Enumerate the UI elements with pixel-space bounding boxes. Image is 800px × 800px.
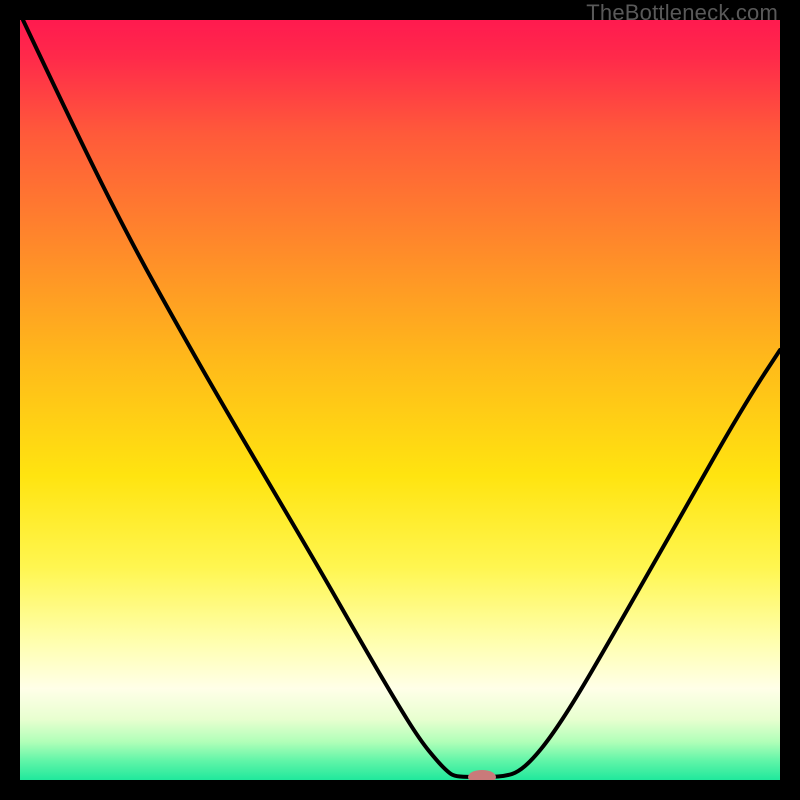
bottleneck-chart	[20, 20, 780, 780]
gradient-background	[20, 20, 780, 780]
watermark-text: TheBottleneck.com	[586, 0, 778, 26]
